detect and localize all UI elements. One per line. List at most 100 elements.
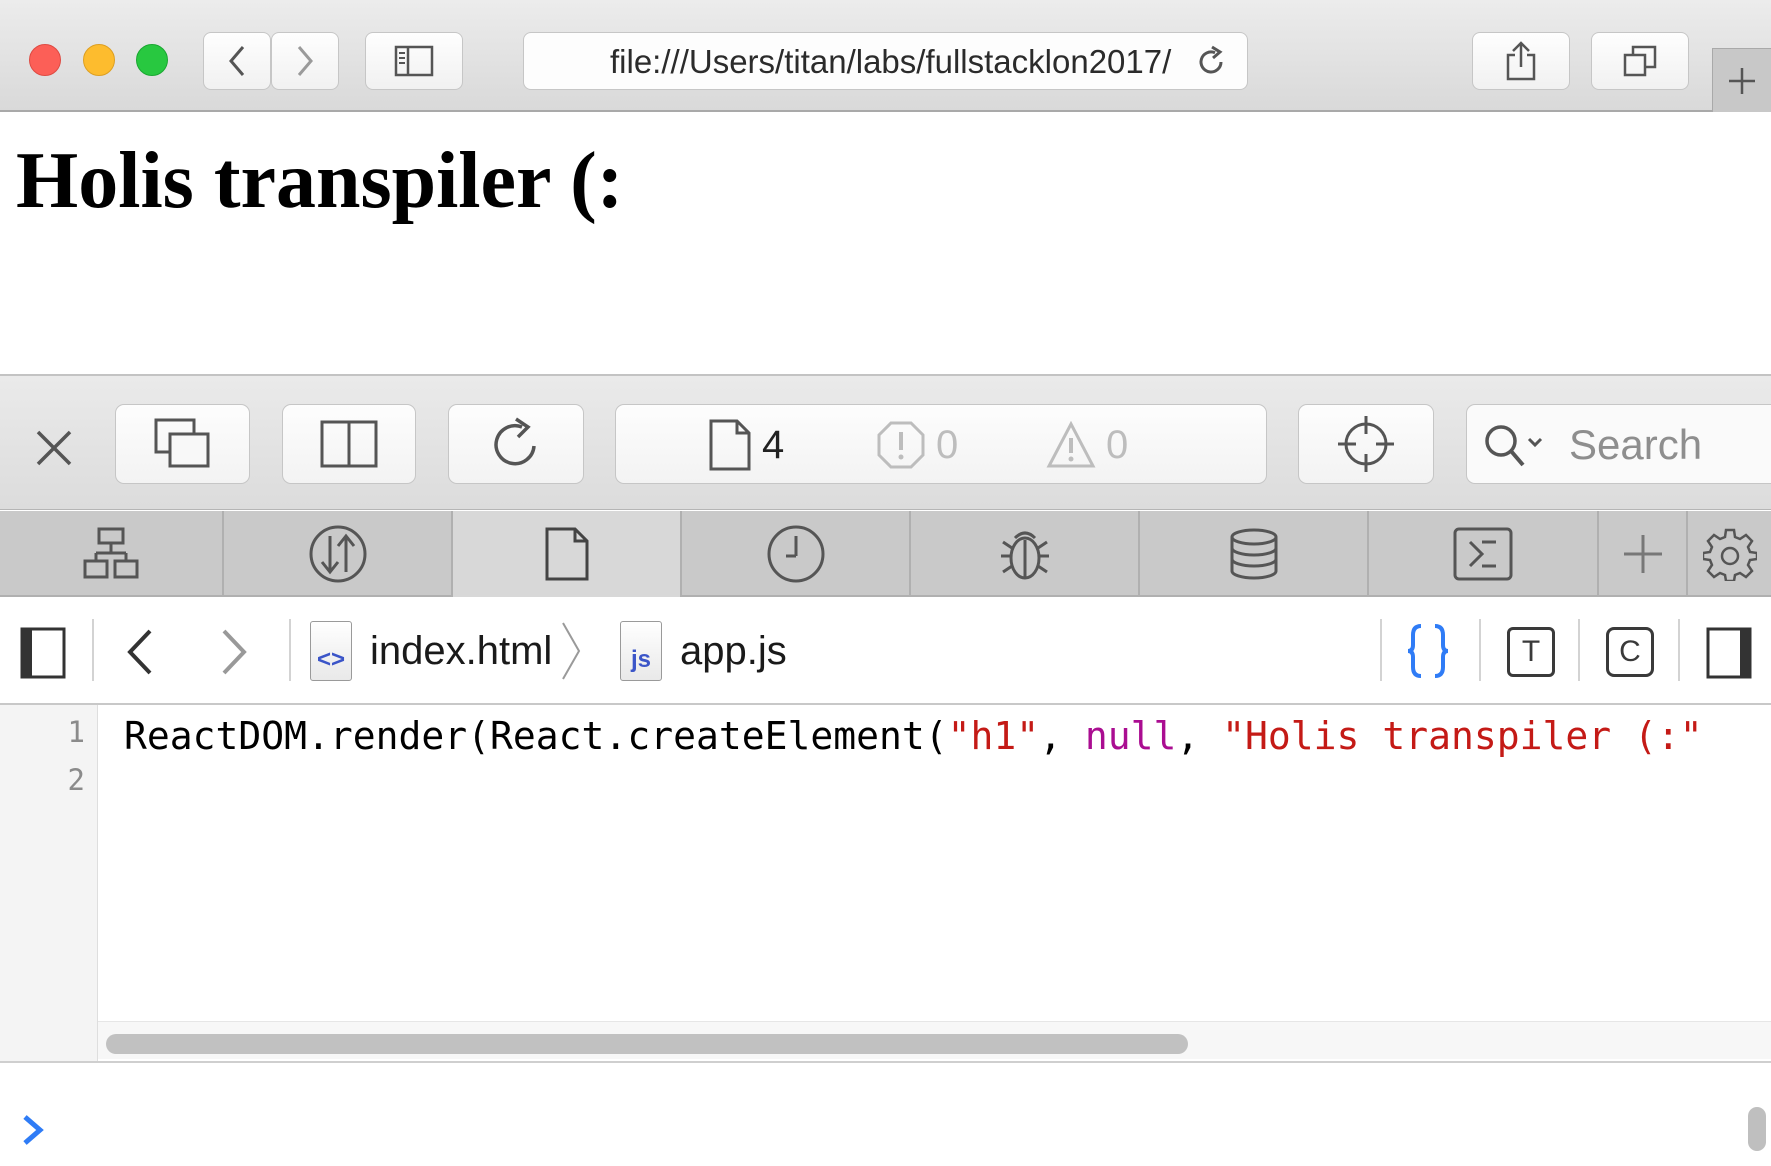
inspector-reload-button[interactable]: [448, 404, 584, 484]
scrollbar-thumb[interactable]: [106, 1034, 1188, 1054]
web-page-content: Holis transpiler (:: [0, 112, 1771, 374]
crosshair-icon: [1338, 416, 1394, 472]
tab-console[interactable]: [1369, 511, 1599, 597]
horizontal-scrollbar[interactable]: [98, 1021, 1771, 1059]
breadcrumb-separator-icon: [562, 622, 581, 680]
code-coverage-button[interactable]: C: [1606, 627, 1654, 677]
left-sidebar-icon: [20, 627, 66, 679]
divider: [289, 619, 291, 681]
resource-counts: 4 0 0: [615, 404, 1267, 484]
inspector-tab-bar: [0, 511, 1771, 597]
zoom-window-button[interactable]: [136, 44, 168, 76]
pretty-print-button[interactable]: [1405, 623, 1451, 679]
resource-navigation-bar: <> index.html js app.js T C: [0, 597, 1771, 705]
right-sidebar-icon: [1706, 627, 1752, 679]
quick-console[interactable]: [0, 1061, 1771, 1166]
line-number: 1: [67, 715, 85, 749]
navigate-back-button[interactable]: [122, 627, 156, 677]
reload-icon: [1199, 45, 1223, 74]
js-file-icon: js: [620, 621, 662, 681]
back-icon: [229, 46, 245, 76]
reload-icon: [494, 417, 536, 466]
warning-count-value: 0: [1106, 422, 1129, 467]
bug-icon: [1000, 531, 1049, 580]
tab-network[interactable]: [224, 511, 453, 597]
tab-elements[interactable]: [0, 511, 224, 597]
network-icon: [309, 525, 366, 583]
detach-inspector-button[interactable]: [115, 404, 250, 484]
sidebar-icon: [394, 45, 434, 77]
resource-count[interactable]: 4: [708, 405, 784, 485]
plus-icon: [1729, 67, 1755, 94]
breadcrumb-app-js[interactable]: js app.js: [620, 597, 787, 705]
tabs-icon: [1623, 45, 1657, 77]
settings-button[interactable]: [1688, 511, 1771, 597]
warning-count[interactable]: 0: [1046, 405, 1128, 485]
close-window-button[interactable]: [29, 44, 61, 76]
breadcrumb-label: index.html: [370, 628, 553, 673]
breadcrumb-label: app.js: [680, 628, 787, 673]
close-icon: [36, 430, 72, 466]
forward-icon: [222, 629, 247, 675]
forward-icon: [297, 46, 313, 76]
braces-icon: [1407, 624, 1449, 678]
tab-debugger[interactable]: [911, 511, 1140, 597]
tab-timelines[interactable]: [682, 511, 911, 597]
new-tab-button[interactable]: [1712, 48, 1771, 112]
source-code-editor[interactable]: 1 2 ReactDOM.render(React.createElement(…: [0, 705, 1771, 1061]
document-icon: [545, 527, 588, 581]
toggle-details-sidebar-button[interactable]: [1706, 627, 1752, 679]
divider: [1678, 619, 1680, 681]
share-button[interactable]: [1472, 32, 1570, 90]
toggle-navigation-sidebar-button[interactable]: [20, 627, 66, 679]
code-token: ,: [1039, 714, 1085, 758]
detach-window-icon: [154, 418, 209, 468]
browser-toolbar: file:///Users/titan/labs/fullstacklon201…: [0, 0, 1771, 112]
divider: [1380, 619, 1382, 681]
forward-button[interactable]: [271, 32, 339, 90]
plus-icon: [1623, 535, 1662, 573]
code-token: ReactDOM.render(React.createElement(: [124, 714, 948, 758]
address-bar[interactable]: file:///Users/titan/labs/fullstacklon201…: [523, 32, 1248, 90]
show-tabs-button[interactable]: [1591, 32, 1689, 90]
navigate-forward-button[interactable]: [218, 627, 252, 677]
line-number: 2: [67, 763, 85, 797]
type-icon: T: [1521, 635, 1541, 668]
clock-icon: [767, 525, 824, 583]
console-prompt-icon: [23, 1115, 44, 1145]
search-icon: [1485, 425, 1543, 467]
back-icon: [127, 629, 152, 675]
code-string-token: "Holis transpiler (:": [1222, 714, 1703, 758]
line-number-gutter: 1 2: [0, 705, 98, 1061]
close-inspector-button[interactable]: [30, 424, 78, 472]
vertical-scrollbar-thumb[interactable]: [1748, 1107, 1766, 1151]
page-heading: Holis transpiler (:: [16, 137, 624, 225]
url-text: file:///Users/titan/labs/fullstacklon201…: [610, 43, 1172, 80]
code-token: ,: [1176, 714, 1223, 758]
tab-add[interactable]: [1599, 511, 1688, 597]
error-icon: [877, 421, 925, 469]
inspector-search-field[interactable]: Search: [1466, 404, 1771, 484]
tab-storage[interactable]: [1140, 511, 1369, 597]
warning-icon: [1046, 421, 1096, 468]
inspector-toolbar: 4 0 0 Search: [0, 374, 1771, 510]
back-button[interactable]: [203, 32, 271, 90]
coverage-icon: C: [1619, 635, 1641, 668]
divider: [92, 619, 94, 681]
sidebar-button[interactable]: [365, 32, 463, 90]
document-icon: [709, 419, 751, 471]
error-count-value: 0: [936, 422, 959, 467]
code-keyword-token: null: [1084, 714, 1177, 758]
element-picker-button[interactable]: [1298, 404, 1434, 484]
error-count[interactable]: 0: [876, 405, 958, 485]
minimize-window-button[interactable]: [83, 44, 115, 76]
breadcrumb-index-html[interactable]: <> index.html: [310, 597, 582, 705]
reload-button[interactable]: [1193, 44, 1229, 80]
resource-count-value: 4: [762, 422, 785, 467]
tab-resources[interactable]: [453, 511, 682, 597]
dock-side-button[interactable]: [282, 404, 416, 484]
html-file-icon: <>: [310, 621, 352, 681]
code-line[interactable]: ReactDOM.render(React.createElement("h1"…: [124, 711, 1703, 761]
type-profiler-button[interactable]: T: [1507, 627, 1555, 677]
database-icon: [1230, 528, 1277, 580]
